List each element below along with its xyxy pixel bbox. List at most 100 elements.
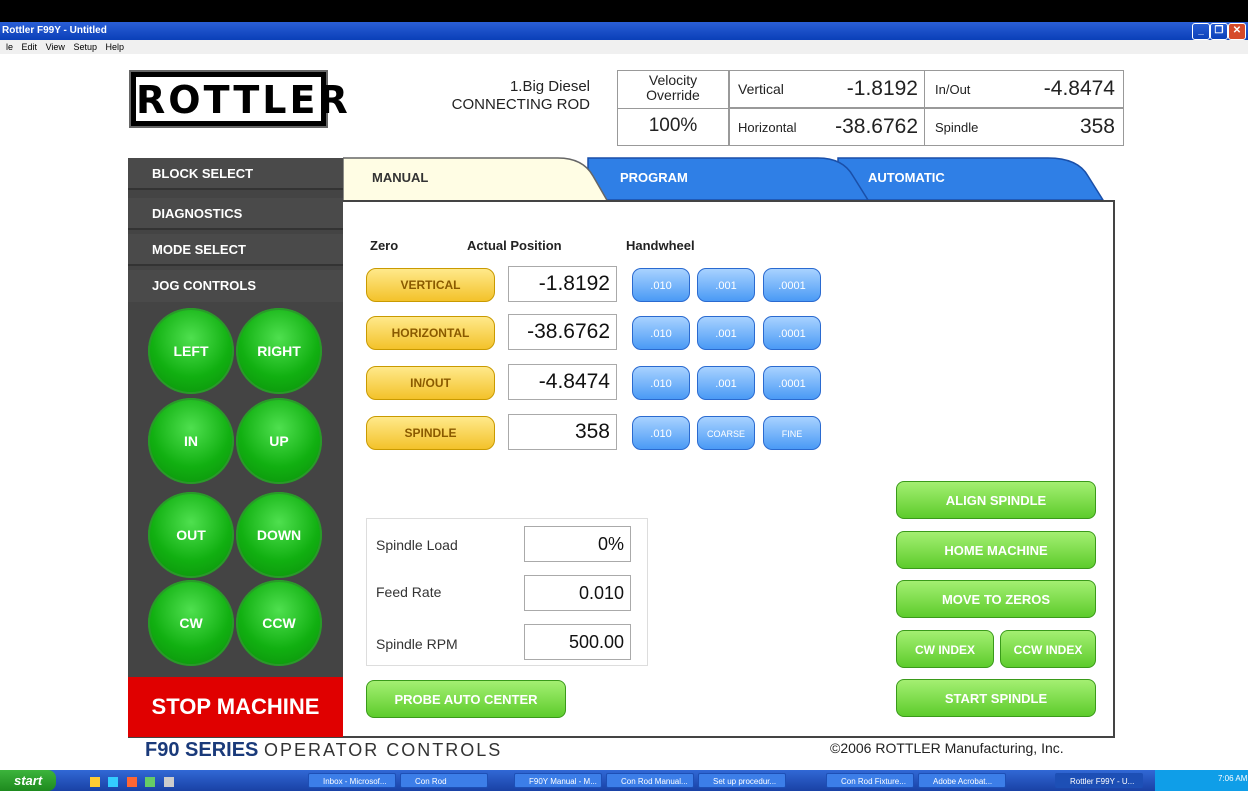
taskbar-item[interactable]: Set up procedur... [698, 773, 786, 788]
stop-machine-button[interactable]: STOP MACHINE [128, 677, 343, 737]
vertical-readout: Vertical -1.8192 [729, 70, 925, 108]
inout-value: -4.8474 [1043, 77, 1115, 100]
spindle-label: Spindle [935, 120, 979, 135]
menu-view[interactable]: View [46, 42, 65, 52]
taskbar-item[interactable]: F90Y Manual - M... [514, 773, 602, 788]
handwheel-inout-001[interactable]: .001 [697, 366, 755, 400]
spindle-load-value: 0% [524, 526, 631, 562]
zero-horizontal-button[interactable]: HORIZONTAL [366, 316, 495, 350]
handwheel-inout-0001[interactable]: .0001 [763, 366, 821, 400]
spindle-position: 358 [508, 414, 617, 450]
handwheel-spindle-coarse[interactable]: COARSE [697, 416, 755, 450]
handwheel-vertical-001[interactable]: .001 [697, 268, 755, 302]
column-handwheel: Handwheel [626, 238, 695, 253]
column-actual-position: Actual Position [467, 238, 562, 253]
handwheel-horizontal-001[interactable]: .001 [697, 316, 755, 350]
menu-diagnostics[interactable]: DIAGNOSTICS [128, 198, 343, 230]
logo-text: ROTTLER [136, 77, 351, 122]
velocity-value: 100% [648, 115, 698, 136]
window-title: Rottler F99Y - Untitled [2, 25, 107, 36]
left-panel: BLOCK SELECT DIAGNOSTICS MODE SELECT JOG… [128, 158, 343, 738]
tab-automatic[interactable]: AUTOMATIC [868, 170, 945, 185]
jog-out-button[interactable]: OUT [148, 492, 234, 578]
quick-launch-icon[interactable] [163, 777, 174, 787]
maximize-icon[interactable]: ❐ [1210, 23, 1228, 40]
jog-left-button[interactable]: LEFT [148, 308, 234, 394]
rottler-logo: ROTTLER [129, 70, 351, 128]
start-spindle-button[interactable]: START SPINDLE [896, 679, 1096, 717]
menu-help[interactable]: Help [105, 42, 124, 52]
cw-index-button[interactable]: CW INDEX [896, 630, 994, 668]
part-name: 1.Big Diesel [509, 78, 590, 95]
velocity-label-2: Override [646, 87, 700, 103]
handwheel-spindle-fine[interactable]: FINE [763, 416, 821, 450]
menu-block-select[interactable]: BLOCK SELECT [128, 158, 343, 190]
align-spindle-button[interactable]: ALIGN SPINDLE [896, 481, 1096, 519]
minimize-icon[interactable]: _ [1192, 23, 1210, 40]
close-icon[interactable]: ✕ [1228, 23, 1246, 40]
jog-down-button[interactable]: DOWN [236, 492, 322, 578]
series-subtitle: OPERATOR CONTROLS [263, 740, 503, 760]
handwheel-vertical-0001[interactable]: .0001 [763, 268, 821, 302]
handwheel-horizontal-0001[interactable]: .0001 [763, 316, 821, 350]
spindle-value: 358 [1079, 115, 1115, 138]
quick-launch-icon[interactable] [90, 777, 100, 787]
top-border [0, 0, 1248, 22]
handwheel-horizontal-010[interactable]: .010 [632, 316, 690, 350]
spindle-rpm-value[interactable]: 500.00 [524, 624, 631, 660]
taskbar-item[interactable]: Con Rod [400, 773, 488, 788]
title-bar: Rottler F99Y - Untitled _ ❐ ✕ [0, 22, 1248, 40]
vertical-position: -1.8192 [508, 266, 617, 302]
vertical-value: -1.8192 [846, 77, 918, 100]
horizontal-position: -38.6762 [508, 314, 617, 350]
column-zero: Zero [370, 238, 399, 253]
taskbar-item[interactable]: Adobe Acrobat... [918, 773, 1006, 788]
horizontal-label: Horizontal [738, 120, 797, 135]
jog-right-button[interactable]: RIGHT [236, 308, 322, 394]
horizontal-value: -38.6762 [835, 115, 918, 138]
jog-in-button[interactable]: IN [148, 398, 234, 484]
start-button[interactable]: start [0, 770, 56, 791]
handwheel-spindle-010[interactable]: .010 [632, 416, 690, 450]
taskbar-item-active[interactable]: Rottler F99Y - U... [1055, 773, 1143, 788]
ccw-index-button[interactable]: CCW INDEX [1000, 630, 1096, 668]
quick-launch-icon[interactable] [108, 777, 119, 787]
feed-rate-label: Feed Rate [376, 584, 442, 600]
divider [618, 108, 728, 109]
jog-up-button[interactable]: UP [236, 398, 322, 484]
series-title: F90 SERIES OPERATOR CONTROLS [145, 739, 502, 762]
quick-launch [90, 774, 270, 787]
jog-ccw-button[interactable]: CCW [236, 580, 322, 666]
menu-setup[interactable]: Setup [73, 42, 97, 52]
feed-rate-value[interactable]: 0.010 [524, 575, 631, 611]
quick-launch-icon[interactable] [145, 777, 156, 787]
move-to-zeros-button[interactable]: MOVE TO ZEROS [896, 580, 1096, 618]
copyright: ©2006 ROTTLER Manufacturing, Inc. [830, 740, 1064, 756]
handwheel-vertical-010[interactable]: .010 [632, 268, 690, 302]
jog-cw-button[interactable]: CW [148, 580, 234, 666]
menu-jog-controls[interactable]: JOG CONTROLS [128, 270, 343, 302]
handwheel-inout-010[interactable]: .010 [632, 366, 690, 400]
zero-spindle-button[interactable]: SPINDLE [366, 416, 495, 450]
menu-mode-select[interactable]: MODE SELECT [128, 234, 343, 266]
part-type: CONNECTING ROD [451, 96, 590, 113]
menu-file[interactable]: le [6, 42, 13, 52]
zero-inout-button[interactable]: IN/OUT [366, 366, 495, 400]
home-machine-button[interactable]: HOME MACHINE [896, 531, 1096, 569]
tab-program[interactable]: PROGRAM [620, 170, 688, 185]
menu-bar: le Edit View Setup Help [0, 40, 1248, 54]
spindle-rpm-label: Spindle RPM [376, 636, 458, 652]
zero-vertical-button[interactable]: VERTICAL [366, 268, 495, 302]
taskbar-item[interactable]: Con Rod Fixture... [826, 773, 914, 788]
tab-manual[interactable]: MANUAL [372, 170, 428, 185]
taskbar-item[interactable]: Con Rod Manual... [606, 773, 694, 788]
inout-label: In/Out [935, 82, 971, 97]
tab-bar [343, 157, 1105, 202]
velocity-override-box[interactable]: Velocity Override 100% [617, 70, 729, 146]
menu-edit[interactable]: Edit [22, 42, 38, 52]
probe-auto-center-button[interactable]: PROBE AUTO CENTER [366, 680, 566, 718]
spindle-readout: Spindle 358 [924, 108, 1124, 146]
velocity-label-1: Velocity [648, 72, 698, 88]
taskbar-item[interactable]: Inbox - Microsof... [308, 773, 396, 788]
quick-launch-icon[interactable] [126, 777, 137, 787]
